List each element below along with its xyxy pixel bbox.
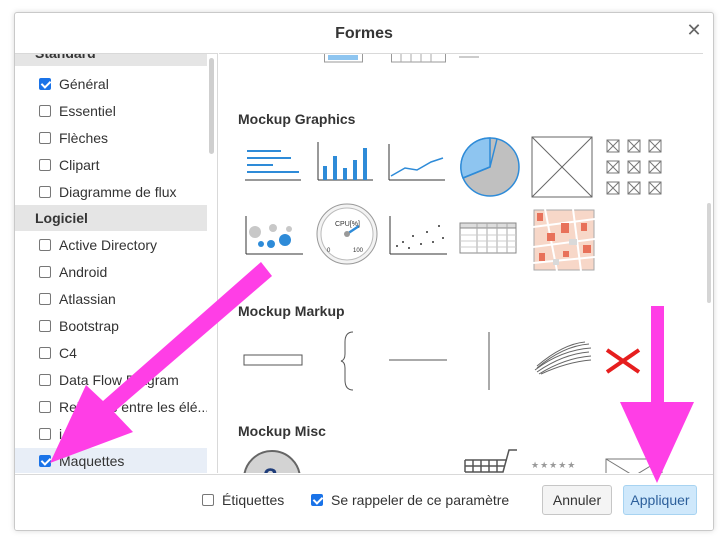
section-title-graphics: Mockup Graphics [238,111,356,127]
checkbox[interactable] [39,159,51,171]
cancel-button[interactable]: Annuler [542,485,612,515]
checkbox[interactable] [39,266,51,278]
icon-grid-placeholder[interactable] [605,138,665,198]
labels-option[interactable]: Étiquettes [202,490,284,510]
sidebar-item-label: Active Directory [59,237,158,253]
sidebar-item-general[interactable]: Général [15,71,207,97]
curly-brace-icon[interactable] [339,330,359,392]
red-cross-icon[interactable] [605,346,641,376]
shopping-cart-icon[interactable] [459,448,521,473]
shapes-panel[interactable]: Mockup Graphics CPU[%] 0 100 Mockup Mark… [219,53,703,473]
line-chart-icon[interactable] [387,140,447,184]
shape-library-sidebar[interactable]: Standard Général Essentiel Flèches Clipa… [15,53,218,473]
checkbox[interactable] [39,374,51,386]
checkbox[interactable] [39,455,51,467]
table-grid-icon[interactable] [459,222,519,256]
sidebar-item-label: Data Flow Diagram [59,372,179,388]
sidebar-item-label: Atlassian [59,291,116,307]
help-glyph: ? [263,464,278,473]
sidebar-item-relations[interactable]: Relations entre les élé... [15,394,207,420]
vertical-line-icon[interactable] [487,332,491,392]
sidebar-item-android[interactable]: Android [15,259,207,285]
sidebar-item-label: Clipart [59,157,100,173]
sidebar-item-label: Maquettes [59,453,125,469]
sidebar-item-i[interactable]: i [15,421,207,447]
shapes-dialog: Formes ✕ Standard Général Essentiel Flèc… [14,12,714,531]
sidebar-item-label: Général [59,76,109,92]
sidebar-item-active-directory[interactable]: Active Directory [15,232,207,258]
gauge-max: 100 [353,248,364,254]
sidebar-item-data-flow[interactable]: Data Flow Diagram [15,367,207,393]
checkbox[interactable] [39,293,51,305]
sidebar-scrollbar[interactable] [209,58,214,154]
sidebar-item-essentiel[interactable]: Essentiel [15,98,207,124]
close-icon[interactable]: ✕ [685,21,703,39]
dialog-footer: Étiquettes Se rappeler de ce paramètre A… [15,474,713,530]
horizontal-line-icon[interactable] [389,358,451,362]
scribble-icon[interactable] [533,340,595,376]
sidebar-item-label: Android [59,264,108,280]
mockup-shape-partial[interactable] [391,54,447,64]
checkbox[interactable] [39,239,51,251]
checkbox[interactable] [39,347,51,359]
sidebar-item-label: Bootstrap [59,318,119,334]
sidebar-item-fleches[interactable]: Flèches [15,125,207,151]
map-icon[interactable] [533,209,595,271]
remember-text: Se rappeler de ce paramètre [331,492,510,508]
checkbox[interactable] [39,105,51,117]
sidebar-item-label: C4 [59,345,77,361]
horizontal-bar-chart-icon[interactable] [243,140,303,184]
scatter-chart-icon[interactable] [387,212,449,258]
checkbox[interactable] [39,428,51,440]
sidebar-item-clipart[interactable]: Clipart [15,152,207,178]
sidebar-item-label: Diagramme de flux [59,184,177,200]
sidebar-item-atlassian[interactable]: Atlassian [15,286,207,312]
checkbox[interactable] [39,401,51,413]
help-icon[interactable]: ? [241,448,303,473]
dialog-title: Formes [335,25,393,42]
shapes-scrollbar[interactable] [707,203,711,303]
section-title-markup: Mockup Markup [238,303,345,319]
mockup-shape-partial[interactable] [459,54,479,60]
gauge-label: CPU[%] [335,221,360,228]
checkbox[interactable] [39,186,51,198]
markup-rectangle-icon[interactable] [243,354,305,368]
column-chart-icon[interactable] [315,138,375,184]
section-header-logiciel: Logiciel [15,205,207,231]
remember-checkbox[interactable] [311,494,323,506]
section-title-misc: Mockup Misc [238,423,326,439]
pie-chart-icon[interactable] [459,136,521,198]
sidebar-item-label: Relations entre les élé... [59,399,207,415]
checkbox[interactable] [39,78,51,90]
sidebar-item-label: i [59,426,63,442]
labels-text: Étiquettes [222,492,285,508]
section-header-standard: Standard [15,54,207,66]
gauge-icon[interactable]: CPU[%] 0 100 [315,200,379,270]
sidebar-item-bootstrap[interactable]: Bootstrap [15,313,207,339]
sidebar-item-label: Flèches [59,130,109,146]
envelope-icon[interactable] [605,458,667,473]
sidebar-item-flowchart[interactable]: Diagramme de flux [15,179,207,205]
apply-button[interactable]: Appliquer [623,485,697,515]
rating-stars-icon[interactable]: ★★★★★ [531,460,576,471]
sidebar-item-c4[interactable]: C4 [15,340,207,366]
checkbox[interactable] [39,320,51,332]
checkbox[interactable] [39,132,51,144]
bubble-chart-icon[interactable] [243,212,305,258]
remember-option[interactable]: Se rappeler de ce paramètre [311,490,509,510]
image-placeholder-icon[interactable] [531,136,593,198]
sidebar-item-label: Essentiel [59,103,116,119]
mockup-shape-partial[interactable] [324,54,364,64]
sidebar-item-maquettes[interactable]: Maquettes [15,448,207,473]
labels-checkbox[interactable] [202,494,214,506]
